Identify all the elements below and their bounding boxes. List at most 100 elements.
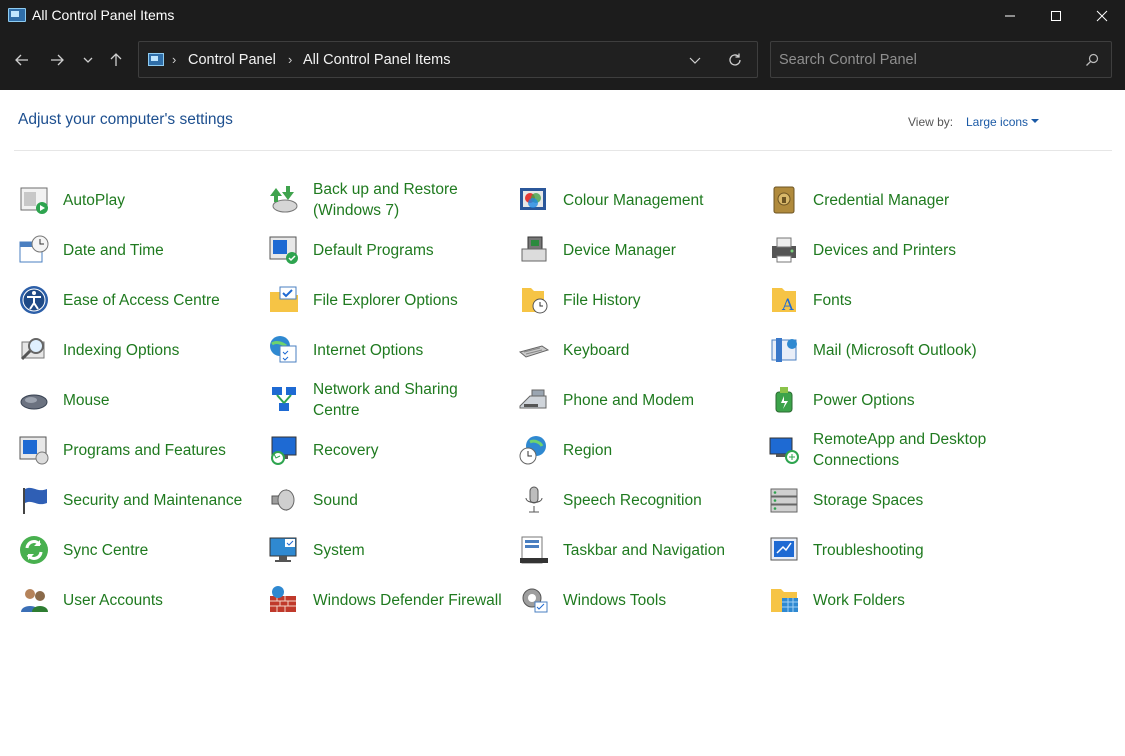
control-panel-item[interactable]: RemoteApp and Desktop Connections	[768, 428, 1008, 472]
maximize-button[interactable]	[1033, 0, 1079, 32]
breadcrumb-separator-icon: ›	[172, 52, 177, 67]
control-panel-item[interactable]: Mail (Microsoft Outlook)	[768, 328, 1008, 372]
control-panel-item[interactable]: Power Options	[768, 378, 1008, 422]
default-programs-icon	[269, 236, 298, 264]
network-icon	[272, 387, 296, 411]
maximize-icon	[1051, 11, 1061, 21]
up-button[interactable]	[104, 48, 128, 72]
caret-down-icon[interactable]	[1031, 119, 1039, 123]
windows-tools-icon	[522, 588, 548, 613]
svg-text:A: A	[781, 295, 794, 314]
ease-of-access-icon	[20, 286, 48, 314]
control-panel-item[interactable]: Speech Recognition	[518, 478, 758, 522]
control-panel-item-label: Speech Recognition	[563, 491, 702, 509]
search-input[interactable]	[779, 50, 1079, 70]
close-icon	[1096, 10, 1108, 22]
control-panel-item[interactable]: File Explorer Options	[268, 278, 508, 322]
storage-spaces-icon	[770, 488, 798, 513]
breadcrumb-separator-icon: ›	[288, 52, 293, 67]
arrow-left-icon	[15, 54, 28, 66]
control-panel-item[interactable]: Back up and Restore (Windows 7)	[268, 178, 508, 222]
control-panel-item-label: Power Options	[813, 391, 915, 409]
recovery-icon	[271, 436, 297, 465]
control-panel-item[interactable]: Device Manager	[518, 228, 758, 272]
address-bar[interactable]: › Control Panel › All Control Panel Item…	[138, 41, 758, 78]
search-box[interactable]	[770, 41, 1112, 78]
control-panel-item[interactable]: Phone and Modem	[518, 378, 758, 422]
forward-button[interactable]	[45, 48, 69, 72]
control-panel-item[interactable]: AutoPlay	[18, 178, 258, 222]
control-panel-item[interactable]: File History	[518, 278, 758, 322]
keyboard-icon	[518, 345, 550, 358]
control-panel-item[interactable]: Keyboard	[518, 328, 758, 372]
control-panel-item-label: Mouse	[63, 391, 110, 409]
arrow-right-icon	[51, 54, 64, 66]
control-panel-item[interactable]: Network and Sharing Centre	[268, 378, 508, 422]
control-panel-item[interactable]: Storage Spaces	[768, 478, 1008, 522]
power-options-icon	[775, 387, 793, 413]
control-panel-item[interactable]: Recovery	[268, 428, 508, 472]
control-panel-item-label: Sync Centre	[63, 541, 149, 559]
view-by-dropdown[interactable]: Large icons	[966, 115, 1028, 129]
breadcrumb-all-items[interactable]: All Control Panel Items	[303, 52, 450, 68]
recent-locations-button[interactable]	[76, 48, 100, 72]
internet-options-icon	[270, 336, 297, 363]
control-panel-item-label: Indexing Options	[63, 341, 180, 359]
control-panel-item[interactable]: Windows Tools	[518, 578, 758, 622]
date-time-icon	[19, 235, 49, 263]
arrow-up-icon	[110, 53, 122, 66]
microphone-icon	[525, 486, 543, 513]
control-panel-item[interactable]: Ease of Access Centre	[18, 278, 258, 322]
control-panel-item[interactable]: System	[268, 528, 508, 572]
minimize-button[interactable]	[987, 0, 1033, 32]
control-panel-item[interactable]: A Fonts	[768, 278, 1008, 322]
control-panel-item[interactable]: Region	[518, 428, 758, 472]
control-panel-item[interactable]: Sound	[268, 478, 508, 522]
control-panel-item-label: Taskbar and Navigation	[563, 541, 725, 559]
control-panel-item[interactable]: Work Folders	[768, 578, 1008, 622]
control-panel-item-label: Windows Tools	[563, 591, 667, 609]
control-panel-item-label: User Accounts	[63, 591, 163, 609]
control-panel-item-label: Internet Options	[313, 341, 424, 359]
control-panel-item[interactable]: Internet Options	[268, 328, 508, 372]
control-panel-item[interactable]: Troubleshooting	[768, 528, 1008, 572]
control-panel-item-label: Date and Time	[63, 241, 164, 259]
control-panel-item[interactable]: Default Programs	[268, 228, 508, 272]
work-folders-icon	[771, 589, 798, 612]
control-panel-item[interactable]: Sync Centre	[18, 528, 258, 572]
control-panel-item-label: Phone and Modem	[563, 391, 694, 409]
control-panel-item-label: File History	[563, 291, 641, 309]
folder-options-icon	[270, 286, 298, 312]
control-panel-item-label: Device Manager	[563, 241, 676, 259]
phone-modem-icon	[519, 389, 547, 409]
control-panel-item[interactable]: Colour Management	[518, 178, 758, 222]
breadcrumb-control-panel[interactable]: Control Panel	[188, 52, 276, 68]
control-panel-item-label: Devices and Printers	[813, 241, 957, 259]
control-panel-item[interactable]: Indexing Options	[18, 328, 258, 372]
colour-management-icon	[520, 188, 546, 210]
address-dropdown-icon[interactable]	[687, 52, 703, 68]
back-button[interactable]	[10, 48, 34, 72]
control-panel-item[interactable]: Credential Manager	[768, 178, 1008, 222]
control-panel-item[interactable]: Taskbar and Navigation	[518, 528, 758, 572]
search-icon[interactable]	[1085, 53, 1099, 67]
sound-icon	[271, 489, 295, 511]
control-panel-item[interactable]: Security and Maintenance	[18, 478, 258, 522]
navigation-bar: › Control Panel › All Control Panel Item…	[0, 32, 1125, 90]
control-panel-item-label: Fonts	[813, 291, 852, 309]
control-panel-item-label: File Explorer Options	[313, 291, 458, 309]
control-panel-item[interactable]: User Accounts	[18, 578, 258, 622]
control-panel-item-label: Region	[563, 441, 613, 459]
control-panel-item[interactable]: Devices and Printers	[768, 228, 1008, 272]
control-panel-item[interactable]: Programs and Features	[18, 428, 258, 472]
control-panel-item[interactable]: Windows Defender Firewall	[268, 578, 508, 622]
close-button[interactable]	[1079, 0, 1125, 32]
security-flag-icon	[23, 487, 47, 514]
control-panel-item[interactable]: Mouse	[18, 378, 258, 422]
control-panel-item-label: Sound	[313, 491, 358, 509]
title-bar: All Control Panel Items	[0, 0, 1125, 32]
user-accounts-icon	[21, 589, 48, 612]
control-panel-item-label: Work Folders	[813, 591, 905, 609]
refresh-icon[interactable]	[727, 52, 743, 68]
control-panel-item[interactable]: Date and Time	[18, 228, 258, 272]
